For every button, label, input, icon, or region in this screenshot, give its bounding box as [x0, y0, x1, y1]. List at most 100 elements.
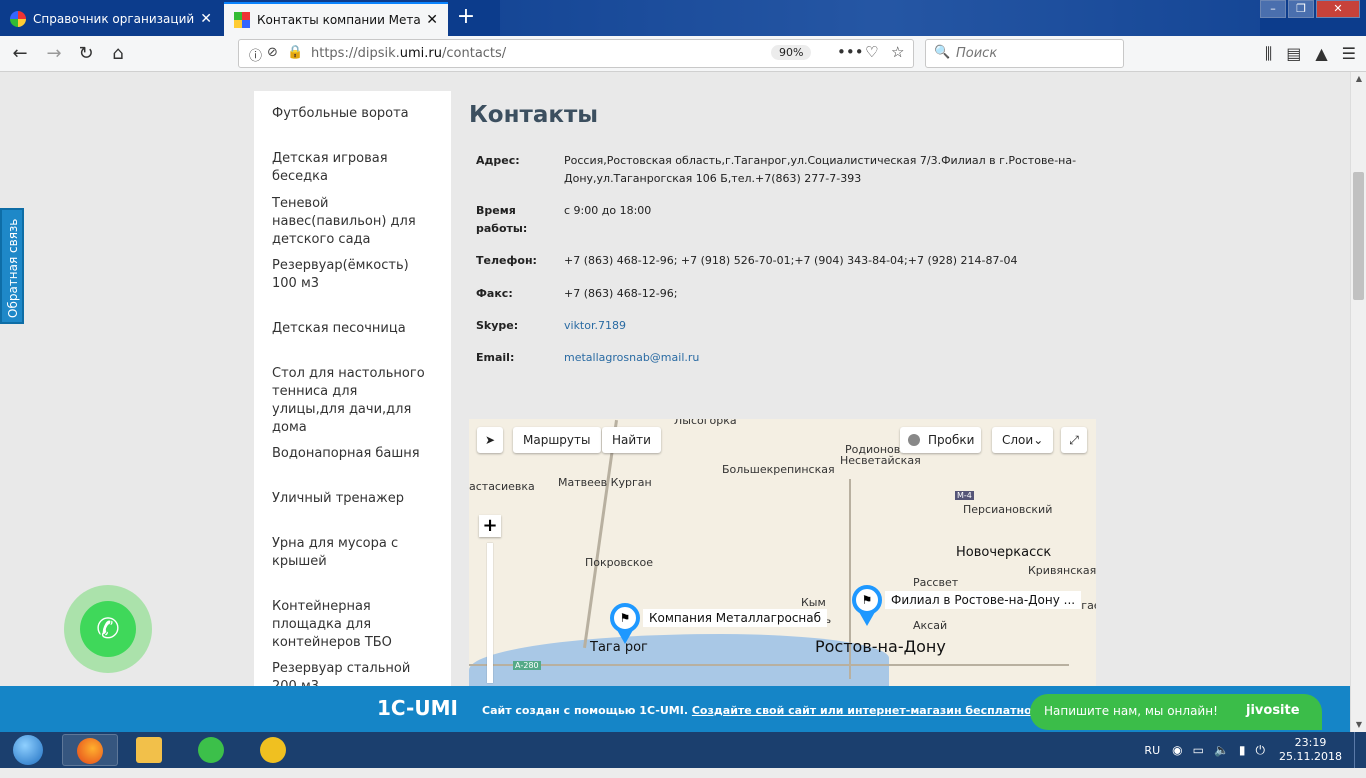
sidebar-icon[interactable]: ▤ [1286, 44, 1301, 64]
url-bar[interactable]: ⓘ ⊘ 🔒 https://dipsik.umi.ru/contacts/ 90… [238, 39, 914, 68]
library-icon[interactable]: ⫼ [1265, 44, 1272, 64]
contact-label: Skype: [476, 319, 519, 332]
sidebar-item[interactable]: Урна для мусора с крышей [254, 535, 451, 571]
maximize-button[interactable]: ❐ [1288, 0, 1314, 18]
power-icon[interactable]: ⏻ [1256, 743, 1266, 758]
traffic-label: Пробки [928, 433, 975, 447]
clock-date: 25.11.2018 [1279, 750, 1342, 763]
volume-icon[interactable]: 🔈 [1214, 743, 1229, 758]
page-scrollbar[interactable]: ▲ ▼ [1350, 72, 1366, 732]
geolocation-button[interactable]: ➤ [477, 427, 503, 453]
sidebar-item[interactable]: Резервуар стальной 200 м3 [254, 660, 451, 686]
callback-button[interactable]: ✆ [64, 585, 152, 673]
location-arrow-icon: ➤ [484, 433, 496, 447]
sidebar-item[interactable]: Водонапорная башня [254, 445, 451, 463]
map-place: Аксай [913, 619, 948, 632]
contact-value: +7 (863) 468-12-96; +7 (918) 526-70-01;+… [564, 254, 1018, 267]
menu-icon[interactable]: ☰ [1342, 44, 1356, 64]
map-place: Покровское [585, 556, 654, 569]
extension-icon[interactable]: ▲ [1315, 44, 1327, 64]
scroll-up-icon[interactable]: ▲ [1351, 72, 1366, 86]
map-pin-company[interactable]: ⚑ [610, 603, 640, 644]
email-link[interactable]: metallagrosnab@mail.ru [564, 349, 1084, 367]
layers-label: Слои [1002, 433, 1034, 447]
footer-create-site-link[interactable]: Создайте свой сайт или интернет-магазин … [692, 704, 1054, 717]
page-actions-icon[interactable]: ••• [837, 43, 864, 61]
back-button[interactable]: ← [6, 40, 34, 68]
footer-caption: Сайт создан с помощью 1C-UMI. [482, 704, 689, 717]
sidebar-item[interactable]: Футбольные ворота [254, 105, 451, 123]
tray-icons: ◉ ▭ 🔈 ▮ ⏻ [1172, 743, 1265, 758]
feedback-tab[interactable]: Обратная связь [0, 208, 24, 324]
url-text[interactable]: https://dipsik.umi.ru/contacts/ [311, 46, 506, 61]
windows-taskbar: RU ◉ ▭ 🔈 ▮ ⏻ 23:19 25.11.2018 [0, 732, 1366, 768]
map-place: Рассвет [913, 576, 959, 589]
app-icon [260, 737, 286, 763]
flag-icon: ⚑ [610, 603, 640, 633]
sidebar-item[interactable]: Уличный тренажер [254, 490, 451, 508]
sidebar-item[interactable]: Стол для настольного тенниса для улицы,д… [254, 365, 451, 437]
search-bar[interactable]: 🔍 [925, 39, 1124, 68]
taskbar-mail-agent[interactable] [184, 734, 240, 766]
find-button[interactable]: Найти [602, 427, 661, 453]
skype-link[interactable]: viktor.7189 [564, 317, 1084, 335]
reload-button[interactable]: ↻ [72, 40, 100, 68]
sidebar-item[interactable]: Теневой навес(павильон) для детского сад… [254, 195, 451, 249]
map-place: Персиановский [963, 503, 1053, 516]
tracking-icon[interactable]: ⊘ [267, 45, 278, 60]
chevron-down-icon: ⌄ [1033, 433, 1044, 447]
window-close-button[interactable]: ✕ [1316, 0, 1360, 18]
sidebar-item[interactable]: Резервуар(ёмкость) 100 м3 [254, 257, 451, 293]
taskbar-app[interactable] [246, 734, 302, 766]
forward-button[interactable]: → [40, 40, 68, 68]
fullscreen-button[interactable]: ⤢ [1061, 427, 1087, 453]
jivosite-chat-widget[interactable]: Напишите нам, мы онлайн! jivosite [1030, 694, 1322, 730]
language-indicator[interactable]: RU [1144, 744, 1160, 757]
map-pin-branch[interactable]: ⚑ [852, 585, 882, 626]
clock[interactable]: 23:19 25.11.2018 [1279, 736, 1342, 764]
chat-message: Напишите нам, мы онлайн! [1044, 704, 1218, 718]
scroll-thumb[interactable] [1353, 172, 1364, 300]
show-desktop-button[interactable] [1354, 732, 1366, 768]
taskbar-firefox[interactable] [62, 734, 118, 766]
map-pin-label[interactable]: Филиал в Ростове-на-Дону ... [885, 591, 1082, 609]
traffic-button[interactable]: Пробки [900, 427, 981, 453]
zoom-indicator[interactable]: 90% [771, 45, 812, 60]
taskbar-explorer[interactable] [122, 734, 178, 766]
search-input[interactable] [956, 46, 1106, 61]
sidebar-item[interactable]: Детская песочница [254, 320, 451, 338]
tab-contacts[interactable]: Контакты компании Металла ✕ [224, 2, 448, 36]
zoom-slider[interactable] [487, 543, 493, 683]
pocket-icon[interactable]: ♡ [865, 43, 878, 61]
zoom-in-button[interactable]: + [479, 515, 501, 537]
home-button[interactable]: ⌂ [104, 40, 132, 68]
yandex-map[interactable]: Лысогорка Родионово- Несветайская Больше… [469, 419, 1096, 686]
battery-icon[interactable]: ▮ [1239, 743, 1246, 758]
window-controls: – ❐ ✕ [1258, 0, 1360, 18]
tray-app-icon[interactable]: ◉ [1172, 743, 1182, 758]
jivosite-logo: jivosite [1246, 703, 1300, 718]
minimize-button[interactable]: – [1260, 0, 1286, 18]
tab-favicon-icon [10, 11, 26, 27]
tab-directory[interactable]: Справочник организаций Мо ✕ [0, 2, 222, 36]
url-domain: umi.ru [399, 46, 442, 61]
page-viewport: Футбольные ворота Детская игровая беседк… [0, 72, 1350, 686]
start-button[interactable] [2, 732, 54, 768]
close-icon[interactable]: ✕ [426, 12, 438, 28]
close-icon[interactable]: ✕ [200, 11, 212, 27]
contact-label: Факс: [476, 287, 513, 300]
layers-button[interactable]: Слои⌄ [992, 427, 1054, 453]
map-pin-label[interactable]: Компания Металлагроснаб [643, 609, 828, 627]
umi-logo[interactable]: 1C-UMI [377, 696, 458, 720]
contact-label: Email: [476, 351, 515, 364]
sidebar-item[interactable]: Детская игровая беседка [254, 150, 451, 186]
sidebar-item[interactable]: Контейнерная площадка для контейнеров ТБ… [254, 598, 451, 652]
map-place: Кым [801, 596, 826, 609]
info-icon[interactable]: ⓘ [249, 45, 262, 64]
bookmark-star-icon[interactable]: ☆ [891, 43, 904, 61]
scroll-down-icon[interactable]: ▼ [1351, 718, 1366, 732]
routes-button[interactable]: Маршруты [513, 427, 601, 453]
new-tab-button[interactable]: + [452, 4, 480, 32]
network-icon[interactable]: ▭ [1193, 743, 1204, 758]
lock-icon: 🔒 [287, 45, 304, 60]
